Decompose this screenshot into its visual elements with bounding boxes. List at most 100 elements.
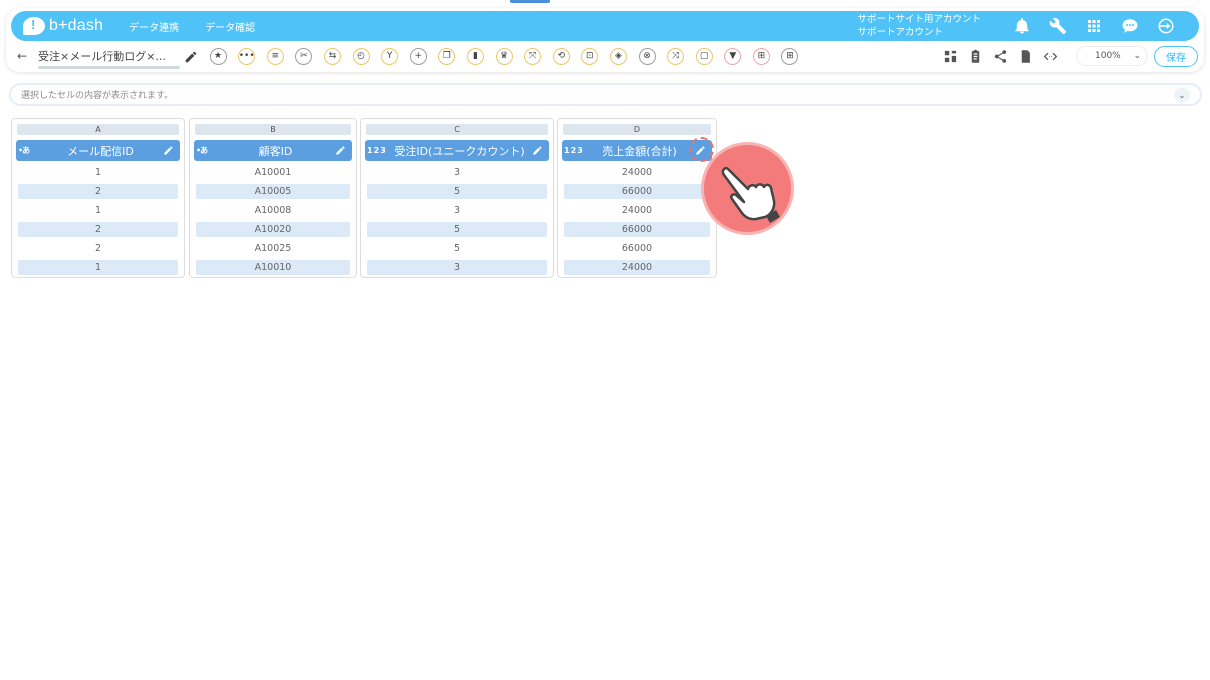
lock-icon[interactable]: ⊡	[581, 47, 599, 65]
column-c[interactable]: C 1 2 3 受注ID(ユニークカウント) 3 5 3 5 5 3	[360, 118, 554, 278]
chat-icon[interactable]	[1121, 17, 1139, 35]
account-line2: サポートアカウント	[857, 27, 943, 38]
wrench-icon[interactable]	[1049, 17, 1067, 35]
share-icon[interactable]	[992, 48, 1008, 64]
clipboard-icon[interactable]	[967, 48, 983, 64]
doc-title-wrap: 受注×メール行動ログ×...	[38, 48, 180, 69]
column-b[interactable]: B •あ 顧客ID A10001 A10005 A10008 A10020 A10025 A10…	[189, 118, 357, 278]
toolbar-right: 100% ⌄ 保存	[933, 44, 1200, 68]
chevron-down-icon: ⌄	[1133, 51, 1141, 61]
table-cell[interactable]: 2	[18, 241, 178, 256]
account-line1: サポートサイト用アカウント	[857, 14, 981, 25]
repeat-icon[interactable]: ⟲	[552, 47, 570, 65]
timer-icon[interactable]: ◴	[352, 47, 370, 65]
table-cell[interactable]: 66000	[564, 241, 710, 256]
scissors-icon[interactable]: ✂	[295, 47, 313, 65]
logo[interactable]: b+dash	[23, 17, 103, 35]
edit-column-icon[interactable]	[163, 145, 177, 156]
table-cell[interactable]: 5	[367, 184, 547, 199]
table-cell[interactable]: 5	[367, 241, 547, 256]
nav-data-link[interactable]: データ連携	[129, 19, 179, 34]
column-header[interactable]: •あ メール配信ID	[16, 140, 180, 161]
table-icon[interactable]: ⊞	[781, 47, 799, 65]
text-type-icon: •あ	[196, 146, 208, 155]
table-cell[interactable]: A10008	[196, 203, 350, 218]
flow-icon[interactable]	[942, 48, 958, 64]
table-cell[interactable]: 3	[367, 260, 547, 275]
column-header-label: メール配信ID	[67, 144, 134, 158]
logo-text: b+dash	[49, 17, 104, 34]
nav-data-check[interactable]: データ確認	[205, 19, 255, 34]
account-info[interactable]: サポートサイト用アカウント サポートアカウント	[857, 13, 981, 39]
logo-mark	[23, 17, 45, 35]
edit-title-icon[interactable]	[184, 49, 198, 63]
copy-icon[interactable]: ❐	[438, 47, 456, 65]
edit-column-icon[interactable]	[335, 145, 349, 156]
logout-icon[interactable]	[1157, 17, 1175, 35]
number-type-icon: 1 2 3	[367, 146, 386, 155]
table-cell[interactable]: 2	[18, 184, 178, 199]
table-cell[interactable]: 5	[367, 222, 547, 237]
title-underline	[38, 66, 180, 69]
table-cell[interactable]: A10020	[196, 222, 350, 237]
doc-title[interactable]: 受注×メール行動ログ×...	[38, 48, 176, 64]
text-type-icon: •あ	[18, 146, 30, 155]
save-button[interactable]: 保存	[1154, 45, 1198, 67]
star-icon[interactable]: ★	[209, 47, 227, 65]
merge-icon[interactable]: ⇆	[323, 47, 341, 65]
table-cell[interactable]: A10001	[196, 165, 350, 180]
plus-icon[interactable]: +	[409, 47, 427, 65]
grid-icon[interactable]	[1085, 17, 1103, 35]
cancel-icon[interactable]: ⊗	[638, 47, 656, 65]
zoom-value: 100%	[1095, 51, 1121, 61]
shuffle-icon[interactable]: ⤨	[667, 47, 685, 65]
history-icon[interactable]	[1017, 48, 1033, 64]
crown-icon[interactable]: ♛	[495, 47, 513, 65]
column-letter[interactable]: A	[17, 124, 179, 135]
tool-buttons: ★ ••• ≡ ✂ ⇆ ◴ Y + ❐ ▮ ♛ ⤧ ⟲ ⊡ ◈ ⊗ ⤨ ▢ ▼ ⊞ ⊞	[198, 47, 799, 65]
back-button[interactable]: ←	[14, 49, 30, 63]
more-icon[interactable]: •••	[238, 47, 256, 65]
branch-icon[interactable]: Y	[381, 47, 399, 65]
expand-icon[interactable]: ⤧	[524, 47, 542, 65]
column-header-label: 顧客ID	[258, 144, 293, 158]
table-cell[interactable]: 24000	[564, 203, 710, 218]
table-cell[interactable]: 1	[18, 165, 178, 180]
column-letter[interactable]: D	[563, 124, 711, 135]
app-header: b+dash データ連携 データ確認 サポートサイト用アカウント サポートアカウ…	[11, 11, 1199, 41]
table-cell[interactable]: 1	[18, 203, 178, 218]
trash-icon[interactable]: ▮	[466, 47, 484, 65]
list-icon[interactable]: ≡	[266, 47, 284, 65]
table-cell[interactable]: 1	[18, 260, 178, 275]
column-letter[interactable]: C	[366, 124, 548, 135]
table-cell[interactable]: 3	[367, 203, 547, 218]
top-indicator	[510, 0, 550, 3]
table-cell[interactable]: 2	[18, 222, 178, 237]
chevron-down-icon[interactable]: ⌄	[1174, 88, 1190, 102]
table-cell[interactable]: 24000	[564, 260, 710, 275]
column-a[interactable]: A •あ メール配信ID 1 2 1 2 2 1	[11, 118, 185, 278]
table-cell[interactable]: 66000	[564, 222, 710, 237]
table-cell[interactable]: A10005	[196, 184, 350, 199]
frame-icon[interactable]: ▢	[695, 47, 713, 65]
column-header[interactable]: •あ 顧客ID	[194, 140, 352, 161]
cell-content-bar[interactable]: 選択したセルの内容が表示されます。 ⌄	[9, 83, 1202, 106]
table-cell[interactable]: A10025	[196, 241, 350, 256]
code-icon[interactable]	[1042, 48, 1058, 64]
zoom-select[interactable]: 100% ⌄	[1076, 46, 1148, 66]
column-header[interactable]: 1 2 3 受注ID(ユニークカウント)	[365, 140, 549, 161]
click-target-indicator	[689, 137, 714, 162]
number-type-icon: 1 2 3	[564, 146, 583, 155]
pointer-hand-icon	[701, 142, 794, 235]
box-icon[interactable]: ◈	[609, 47, 627, 65]
table-cell[interactable]: 3	[367, 165, 547, 180]
edit-column-icon[interactable]	[532, 145, 546, 156]
table-cell[interactable]: A10010	[196, 260, 350, 275]
column-letter[interactable]: B	[195, 124, 351, 135]
filter-icon[interactable]: ▼	[724, 47, 742, 65]
bell-icon[interactable]	[1013, 17, 1031, 35]
pivot-icon[interactable]: ⊞	[752, 47, 770, 65]
table-cell[interactable]: 24000	[564, 165, 710, 180]
table-cell[interactable]: 66000	[564, 184, 710, 199]
column-header-label: 売上金額(合計)	[602, 144, 677, 158]
